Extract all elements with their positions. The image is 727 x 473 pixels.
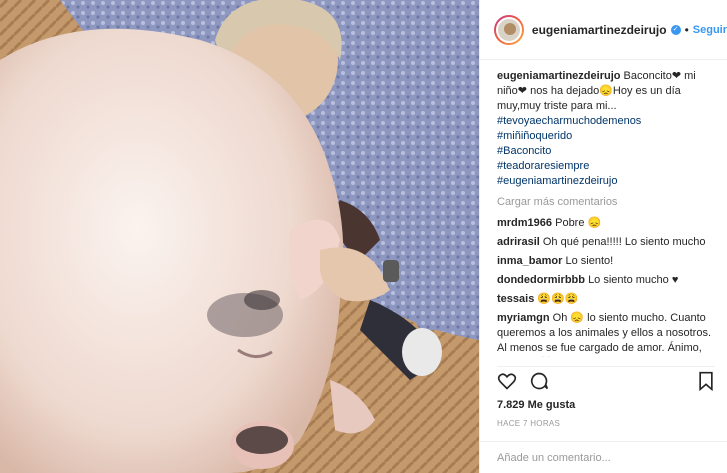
- hashtag[interactable]: #eugeniamartinezdeirujo: [497, 174, 713, 189]
- comment-username[interactable]: dondedormirbbb: [497, 274, 585, 286]
- photo-woman-hugging-pig: [0, 0, 479, 473]
- load-more-comments[interactable]: Cargar más comentarios: [497, 196, 713, 208]
- comment-text: 😩😩😩: [537, 293, 579, 305]
- comment: tessais 😩😩😩: [497, 292, 713, 307]
- post-photo[interactable]: [0, 0, 479, 473]
- add-comment-input[interactable]: Añade un comentario...: [480, 441, 727, 473]
- comment-username[interactable]: inma_bamor: [497, 255, 562, 267]
- avatar-image: [495, 16, 522, 43]
- comment-username[interactable]: adrirasil: [497, 236, 540, 248]
- comment: dondedormirbbb Lo siento mucho ♥: [497, 273, 713, 288]
- hashtag[interactable]: #miñiñoquerido: [497, 129, 713, 144]
- comment: myriamgn Oh 😞 lo siento mucho. Cuanto qu…: [497, 311, 713, 357]
- instagram-post: eugeniamartinezdeirujo ✓ • Seguir eugeni…: [0, 0, 727, 473]
- bookmark-icon[interactable]: [696, 371, 716, 391]
- verified-badge-icon: ✓: [670, 24, 681, 35]
- comment: adrirasil Oh qué pena!!!!! Lo siento muc…: [497, 235, 713, 250]
- comment: inma_bamor Lo siento!: [497, 254, 713, 269]
- hashtag[interactable]: #teadoraresiempre: [497, 159, 713, 174]
- caption-username[interactable]: eugeniamartinezdeirujo: [497, 70, 620, 82]
- likes-count[interactable]: 7.829 Me gusta: [497, 399, 575, 411]
- comment-icon[interactable]: [529, 371, 549, 391]
- caption: eugeniamartinezdeirujo Baconcito❤ mi niñ…: [497, 69, 713, 189]
- comment-username[interactable]: tessais: [497, 293, 534, 305]
- separator-dot: •: [684, 22, 689, 37]
- comment: mrdm1966 Pobre 😞: [497, 216, 713, 231]
- follow-button[interactable]: Seguir: [693, 24, 727, 36]
- post-header: eugeniamartinezdeirujo ✓ • Seguir: [480, 0, 727, 60]
- heart-icon[interactable]: [497, 371, 517, 391]
- header-username[interactable]: eugeniamartinezdeirujo: [532, 23, 667, 37]
- avatar[interactable]: [494, 14, 524, 45]
- comment-text: Pobre 😞: [555, 217, 602, 229]
- comment-username[interactable]: mrdm1966: [497, 217, 552, 229]
- post-side-panel: eugeniamartinezdeirujo ✓ • Seguir eugeni…: [479, 0, 727, 473]
- hashtag[interactable]: #tevoyaecharmuchodemenos: [497, 114, 713, 129]
- comment-text: Oh qué pena!!!!! Lo siento mucho: [542, 236, 706, 248]
- comment-text: Lo siento!: [565, 255, 614, 267]
- hashtag[interactable]: #Baconcito: [497, 145, 551, 157]
- post-timestamp[interactable]: HACE 7 HORAS: [497, 419, 560, 428]
- comments-area: eugeniamartinezdeirujo Baconcito❤ mi niñ…: [480, 60, 727, 357]
- comment-username[interactable]: myriamgn: [497, 312, 550, 324]
- comment-text: Lo siento mucho ♥: [588, 274, 679, 286]
- action-bar: [497, 366, 715, 395]
